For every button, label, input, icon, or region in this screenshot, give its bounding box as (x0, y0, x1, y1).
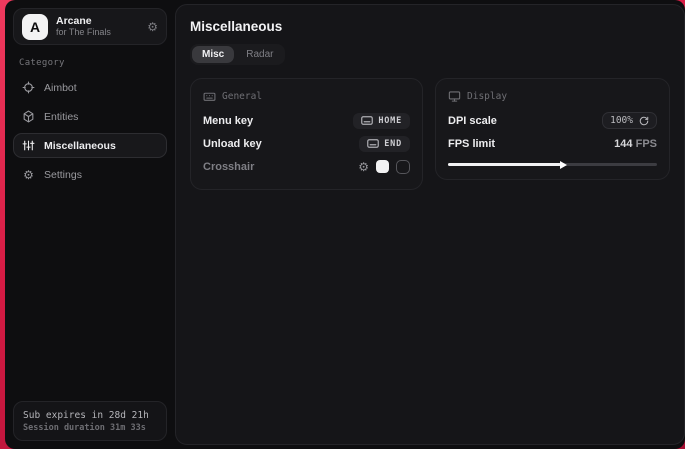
crosshair-row: Crosshair ⚙ (203, 155, 410, 178)
fps-limit-label: FPS limit (448, 138, 495, 150)
session-duration-text: Session duration 31m 33s (23, 422, 157, 434)
sidebar-item-label: Miscellaneous (44, 140, 116, 152)
tab-radar[interactable]: Radar (236, 46, 283, 63)
menu-key-value: HOME (378, 116, 402, 126)
refresh-icon[interactable] (639, 116, 649, 126)
main-panel: Miscellaneous Misc Radar General Menu ke… (175, 4, 685, 445)
menu-key-label: Menu key (203, 115, 253, 127)
sidebar-item-aimbot[interactable]: Aimbot (13, 75, 167, 100)
sidebar-item-label: Entities (44, 111, 78, 123)
cards-row: General Menu key HOME Unload key (190, 78, 670, 190)
crosshair-settings-gear-icon[interactable]: ⚙ (358, 161, 369, 173)
sidebar-item-label: Settings (44, 169, 82, 181)
tab-misc[interactable]: Misc (192, 46, 234, 63)
general-card-title: General (222, 91, 262, 102)
unload-key-value: END (384, 139, 402, 149)
keyboard-icon (367, 139, 379, 148)
crosshair-checkbox[interactable] (396, 160, 410, 174)
menu-key-row: Menu key HOME (203, 109, 410, 132)
fps-slider-fill (448, 163, 561, 166)
dpi-scale-label: DPI scale (448, 115, 497, 127)
crosshair-label: Crosshair (203, 161, 254, 173)
menu-key-bind-button[interactable]: HOME (353, 113, 410, 129)
crosshair-color-swatch[interactable] (376, 160, 389, 173)
profile-card: A Arcane for The Finals ⚙ (13, 8, 167, 45)
dpi-scale-value: 100% (610, 115, 633, 126)
monitor-icon (448, 90, 461, 103)
sidebar: A Arcane for The Finals ⚙ Category Aimbo… (5, 0, 175, 449)
sidebar-item-entities[interactable]: Entities (13, 104, 167, 129)
crosshair-controls: ⚙ (358, 160, 410, 174)
profile-gear-icon[interactable]: ⚙ (147, 21, 158, 33)
crosshair-icon (22, 81, 35, 94)
sidebar-item-label: Aimbot (44, 82, 77, 94)
sub-expiry-text: Sub expires in 28d 21h (23, 409, 157, 422)
app-window: A Arcane for The Finals ⚙ Category Aimbo… (5, 0, 685, 449)
fps-number: 144 (614, 138, 632, 150)
unload-key-label: Unload key (203, 138, 262, 150)
sliders-icon (22, 139, 35, 152)
sidebar-nav: Aimbot Entities Miscellaneous (13, 75, 167, 187)
subscription-card: Sub expires in 28d 21h Session duration … (13, 401, 167, 441)
cube-icon (22, 110, 35, 123)
fps-limit-value: 144 FPS (614, 138, 657, 150)
app-logo: A (22, 14, 48, 40)
display-card-header: Display (448, 90, 657, 103)
sidebar-item-miscellaneous[interactable]: Miscellaneous (13, 133, 167, 158)
logo-letter: A (30, 19, 40, 35)
display-card: Display DPI scale 100% FPS limit (435, 78, 670, 180)
dpi-scale-row: DPI scale 100% (448, 109, 657, 132)
unload-key-row: Unload key END (203, 132, 410, 155)
unload-key-bind-button[interactable]: END (359, 136, 410, 152)
general-card-header: General (203, 90, 410, 103)
fps-limit-row: FPS limit 144 FPS (448, 132, 657, 155)
general-card: General Menu key HOME Unload key (190, 78, 423, 190)
fps-unit: FPS (636, 138, 657, 150)
fps-limit-slider[interactable] (448, 160, 657, 168)
page-title: Miscellaneous (190, 19, 670, 34)
gear-icon: ⚙ (22, 168, 35, 181)
app-subtitle: for The Finals (56, 27, 139, 38)
slider-thumb-icon[interactable] (560, 161, 567, 169)
keyboard-icon (203, 90, 216, 103)
app-name: Arcane (56, 15, 139, 27)
sidebar-item-settings[interactable]: ⚙ Settings (13, 162, 167, 187)
tab-bar: Misc Radar (190, 44, 285, 65)
display-card-title: Display (467, 91, 507, 102)
keyboard-icon (361, 116, 373, 125)
dpi-scale-control[interactable]: 100% (602, 112, 657, 129)
category-label: Category (19, 58, 161, 68)
profile-text: Arcane for The Finals (56, 15, 139, 38)
